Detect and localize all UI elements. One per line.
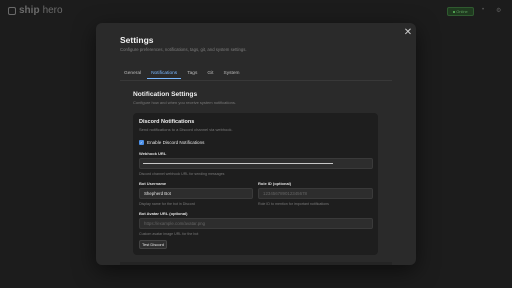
settings-modal: ✕ Settings Configure preferences, notifi… <box>96 23 416 265</box>
tab-git[interactable]: Git <box>203 70 217 79</box>
avatar-url-label: Bot Avatar URL (optional) <box>139 211 188 216</box>
enable-discord-label: Enable Discord Notifications <box>147 140 205 145</box>
logo-icon <box>8 6 16 15</box>
webhook-masked-value <box>143 163 333 164</box>
avatar-url-help: Custom avatar image URL for the bot <box>139 232 199 236</box>
enable-discord-row[interactable]: ✓ Enable Discord Notifications <box>139 140 204 145</box>
test-discord-button[interactable]: Test Discord <box>139 240 167 249</box>
webhook-input[interactable] <box>139 158 373 169</box>
status-dot-icon <box>453 10 456 13</box>
discord-card: Discord Notifications Send notifications… <box>133 113 378 255</box>
tab-system[interactable]: System <box>220 70 244 79</box>
status-badge[interactable]: Online <box>447 7 474 16</box>
tab-notifications[interactable]: Notifications <box>147 70 182 79</box>
webhook-help: Discord channel webhook URL for sending … <box>139 172 225 176</box>
modal-title: Settings <box>120 35 154 45</box>
tab-tags[interactable]: Tags <box>183 70 201 79</box>
next-card-edge <box>120 262 392 265</box>
gear-icon[interactable]: ⚙ <box>496 7 501 14</box>
bot-username-help: Display name for the bot in Discord <box>139 202 195 206</box>
settings-tabs: General Notifications Tags Git System <box>120 70 244 79</box>
logo-text-muted: hero <box>42 5 63 16</box>
check-icon: ✓ <box>139 140 144 145</box>
notification-icon[interactable]: • <box>482 7 484 13</box>
enable-discord-checkbox[interactable]: ✓ <box>139 140 144 145</box>
modal-subtitle: Configure preferences, notifications, ta… <box>120 47 247 52</box>
tab-general[interactable]: General <box>120 70 145 79</box>
status-label: Online <box>456 9 468 14</box>
bot-username-input[interactable]: Shepherd Bot <box>139 188 253 199</box>
section-title: Notification Settings <box>133 91 198 98</box>
discord-title: Discord Notifications <box>139 119 195 125</box>
section-subtitle: Configure how and when you receive syste… <box>133 100 236 105</box>
avatar-url-input[interactable]: https://example.com/avatar.png <box>139 218 373 229</box>
tabs-divider <box>120 80 392 81</box>
app-logo[interactable]: ship hero <box>8 5 63 16</box>
bot-username-label: Bot Username <box>139 181 167 186</box>
role-id-help: Role ID to mention for important notific… <box>258 202 329 206</box>
logo-text: ship <box>19 5 40 16</box>
role-id-label: Role ID (optional) <box>258 181 292 186</box>
role-id-input[interactable]: 123456789012345678 <box>258 188 373 199</box>
close-icon[interactable]: ✕ <box>403 28 413 38</box>
webhook-label: Webhook URL <box>139 151 167 156</box>
discord-subtitle: Send notifications to a Discord channel … <box>139 127 233 132</box>
app-header: ship hero Online • ⚙ <box>0 0 512 23</box>
